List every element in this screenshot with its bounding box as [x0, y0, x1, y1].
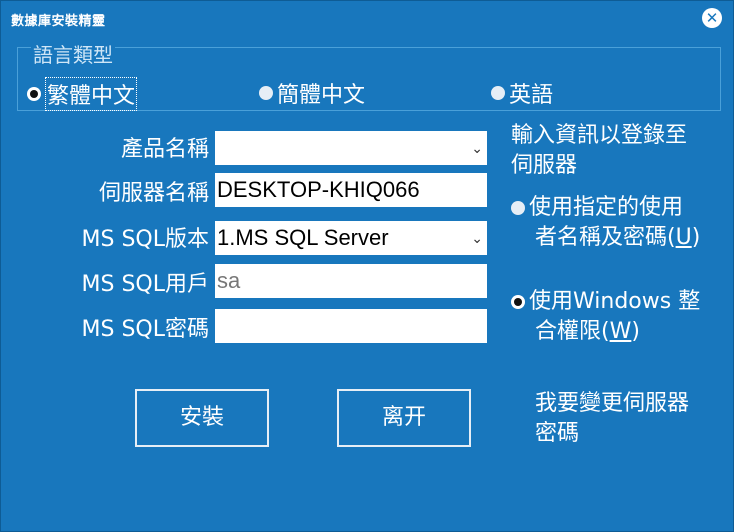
radio-unselected-icon [491, 86, 505, 100]
product-label: 產品名稱 [120, 137, 209, 162]
language-legend: 語言類型 [31, 39, 115, 68]
auth-option-windows[interactable]: 使用Windows 整 合權限(W) [511, 287, 700, 347]
radio-unselected-icon [259, 86, 273, 100]
radio-unselected-icon [511, 201, 525, 215]
auth-option-line: 使用Windows 整 [529, 289, 701, 314]
version-value: 1.MS SQL Server [217, 225, 389, 250]
shortcut-key: U [675, 225, 692, 250]
change-password-line: 我要變更伺服器 [535, 391, 690, 416]
auth-option-line: 合權限( [535, 319, 610, 344]
radio-english[interactable]: 英語 [491, 77, 553, 109]
radio-selected-icon [27, 87, 41, 101]
version-label: MS SQL版本 [81, 227, 209, 252]
radio-selected-icon [511, 295, 525, 309]
radio-simplified-chinese[interactable]: 簡體中文 [259, 77, 365, 109]
server-value: DESKTOP-KHIQ066 [217, 177, 420, 202]
user-value: sa [217, 268, 241, 293]
server-input[interactable]: DESKTOP-KHIQ066 [215, 173, 487, 207]
installer-window: 數據庫安裝精靈 ✕ 語言類型 繁體中文 簡體中文 英語 產品名稱 伺服器名稱 M… [0, 0, 734, 532]
auth-info-line: 伺服器 [511, 153, 578, 178]
radio-label: 英語 [509, 83, 554, 108]
password-label: MS SQL密碼 [81, 317, 209, 342]
chevron-down-icon[interactable]: ⌄ [471, 221, 483, 255]
password-input[interactable] [215, 309, 487, 343]
auth-option-specified[interactable]: 使用指定的使用 者名稱及密碼(U) [511, 193, 700, 253]
server-label: 伺服器名稱 [98, 181, 209, 206]
product-select[interactable]: ⌄ [215, 131, 487, 165]
auth-option-line: 者名稱及密碼( [535, 225, 676, 250]
version-select[interactable]: 1.MS SQL Server ⌄ [215, 221, 487, 255]
change-password-line: 密碼 [535, 421, 580, 446]
auth-option-suffix: ) [631, 319, 640, 344]
change-password-link[interactable]: 我要變更伺服器 密碼 [535, 389, 689, 449]
auth-info-text: 輸入資訊以登錄至 伺服器 [511, 121, 687, 181]
install-button[interactable]: 安裝 [135, 389, 269, 447]
user-input[interactable]: sa [215, 264, 487, 298]
auth-option-line: 使用指定的使用 [529, 195, 684, 220]
radio-traditional-chinese[interactable]: 繁體中文 [27, 77, 138, 111]
chevron-down-icon[interactable]: ⌄ [471, 131, 483, 165]
radio-label: 繁體中文 [45, 77, 138, 111]
auth-option-suffix: ) [691, 225, 701, 250]
radio-label: 簡體中文 [277, 83, 366, 108]
user-label: MS SQL用戶 [81, 272, 209, 297]
window-title: 數據庫安裝精靈 [11, 14, 106, 29]
auth-info-line: 輸入資訊以登錄至 [511, 123, 688, 148]
close-icon[interactable]: ✕ [702, 8, 722, 28]
title-bar: 數據庫安裝精靈 ✕ [1, 1, 734, 35]
exit-button[interactable]: 离开 [337, 389, 471, 447]
shortcut-key: W [609, 319, 632, 344]
